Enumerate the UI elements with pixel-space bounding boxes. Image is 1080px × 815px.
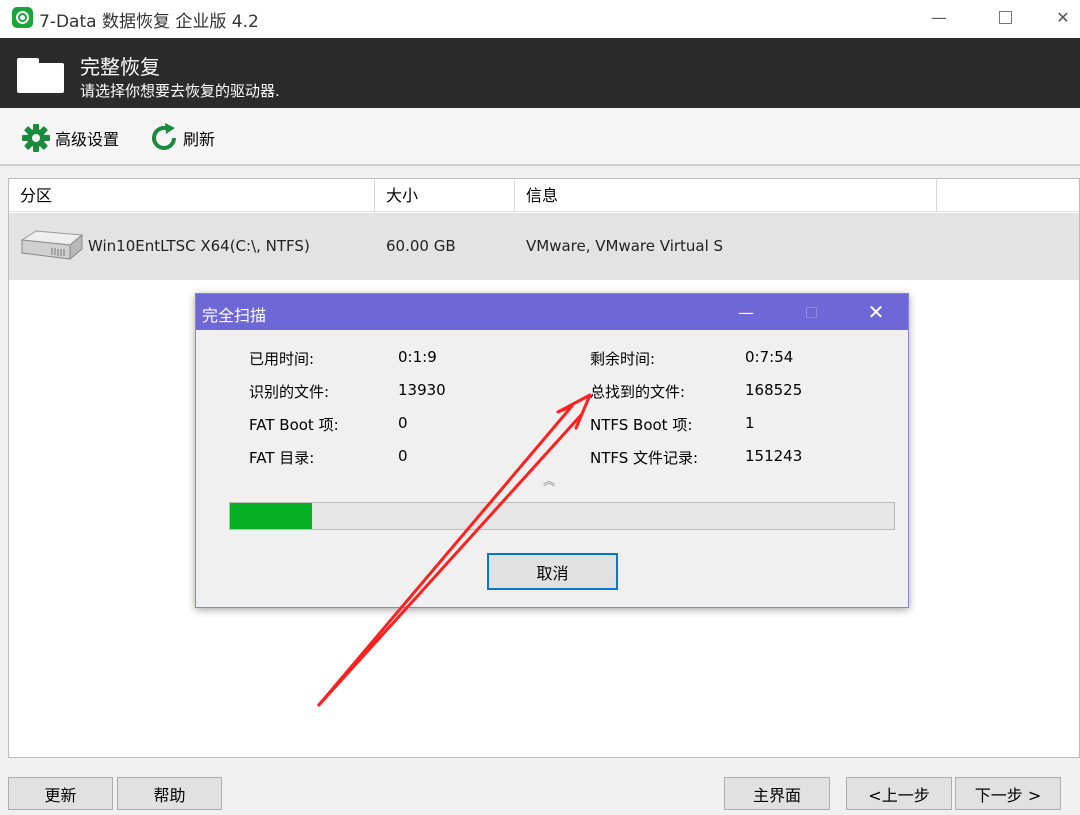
elapsed-time-label: 已用时间: (249, 350, 315, 368)
update-button[interactable]: 更新 (8, 777, 113, 810)
ntfs-records-value: 151243 (745, 447, 803, 465)
column-header-info[interactable]: 信息 (515, 179, 937, 212)
ntfs-boot-value: 1 (745, 414, 755, 432)
home-button[interactable]: 主界面 (724, 777, 830, 810)
advanced-settings-label: 高级设置 (55, 130, 120, 149)
dialog-maximize-button[interactable] (791, 294, 831, 330)
identified-files-value: 13930 (398, 381, 446, 399)
total-found-files-label: 总找到的文件: (590, 383, 686, 401)
identified-files-label: 识别的文件: (249, 383, 330, 401)
partition-info: VMware, VMware Virtual S (526, 237, 724, 255)
dialog-close-button[interactable]: ✕ (856, 294, 896, 330)
collapse-chevron-icon[interactable]: ︽ (543, 472, 555, 489)
total-found-files-value: 168525 (745, 381, 803, 399)
fat-directory-value: 0 (398, 447, 408, 465)
remaining-time-value: 0:7:54 (745, 348, 794, 366)
column-header-partition[interactable]: 分区 (9, 179, 375, 212)
partition-size: 60.00 GB (386, 237, 456, 255)
window-titlebar: 7-Data 数据恢复 企业版 4.2 — ✕ (0, 0, 1080, 38)
window-title: 7-Data 数据恢复 企业版 4.2 (39, 12, 259, 32)
fat-boot-label: FAT Boot 项: (249, 416, 339, 434)
help-button[interactable]: 帮助 (117, 777, 222, 810)
ntfs-records-label: NTFS 文件记录: (590, 449, 699, 467)
ntfs-boot-label: NTFS Boot 项: (590, 416, 693, 434)
maximize-icon (998, 10, 1012, 24)
column-header-size[interactable]: 大小 (375, 179, 515, 212)
maximize-icon (805, 306, 817, 318)
previous-step-button[interactable]: <上一步 (846, 777, 952, 810)
dialog-titlebar: 完全扫描 — ✕ (196, 294, 908, 330)
refresh-button[interactable]: 刷新 (148, 123, 215, 153)
partition-name: Win10EntLTSC X64(C:\, NTFS) (88, 237, 310, 255)
maximize-button[interactable] (982, 0, 1028, 34)
advanced-settings-button[interactable]: 高级设置 (20, 123, 119, 153)
gear-icon (22, 124, 50, 152)
table-row[interactable]: Win10EntLTSC X64(C:\, NTFS) 60.00 GB VMw… (9, 213, 1079, 280)
full-scan-dialog: 完全扫描 — ✕ 已用时间: 0:1:9 剩余时间: 0:7:54 识别的文件:… (195, 293, 909, 608)
scan-progress-fill (230, 503, 313, 529)
refresh-icon (152, 123, 176, 150)
page-header: 完整恢复 请选择你想要去恢复的驱动器. (0, 38, 1080, 108)
cancel-button[interactable]: 取消 (487, 553, 618, 590)
dialog-title: 完全扫描 (202, 306, 267, 325)
fat-boot-value: 0 (398, 414, 408, 432)
page-title: 完整恢复 (80, 55, 160, 79)
table-header: 分区 大小 信息 (9, 179, 1079, 212)
fat-directory-label: FAT 目录: (249, 449, 315, 467)
scan-progress-bar (229, 502, 895, 530)
close-button[interactable]: ✕ (1040, 0, 1080, 34)
elapsed-time-value: 0:1:9 (398, 348, 437, 366)
toolbar: 高级设置 刷新 (0, 108, 1080, 166)
refresh-label: 刷新 (183, 130, 216, 149)
hard-drive-icon (20, 230, 84, 261)
folder-icon (17, 58, 64, 93)
next-step-button[interactable]: 下一步 > (955, 777, 1061, 810)
app-logo-icon (12, 7, 33, 28)
page-subtitle: 请选择你想要去恢复的驱动器. (80, 82, 280, 100)
remaining-time-label: 剩余时间: (590, 350, 656, 368)
minimize-button[interactable]: — (916, 0, 962, 34)
dialog-minimize-button[interactable]: — (726, 294, 766, 330)
